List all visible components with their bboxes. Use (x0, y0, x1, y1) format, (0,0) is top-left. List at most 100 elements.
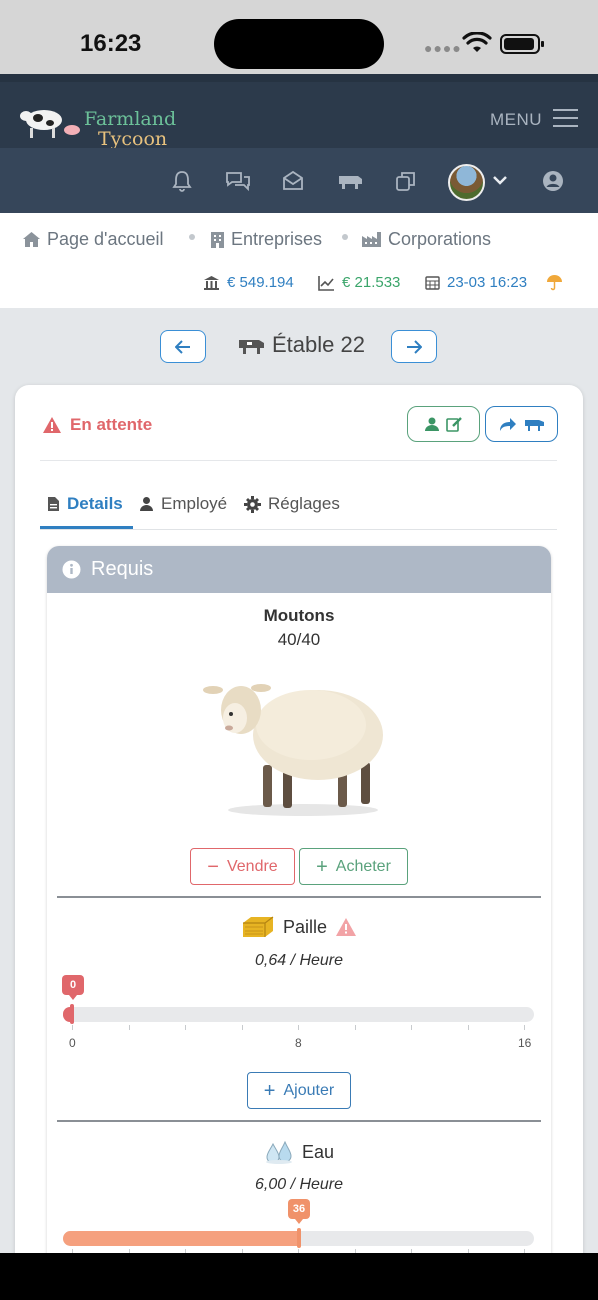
page-title-text: Étable 22 (272, 332, 365, 357)
scale-tick (185, 1025, 186, 1030)
water-value-bubble: 36 (288, 1199, 310, 1224)
scale-tick (467, 1025, 469, 1030)
assign-employee-button[interactable] (407, 406, 480, 442)
cow-icon[interactable] (336, 170, 364, 192)
water-name: Eau (301, 1141, 335, 1162)
buy-button[interactable]: + Acheter (299, 848, 408, 885)
minus-icon: − (207, 855, 219, 878)
scale-tick (298, 1025, 299, 1030)
bank-balance: € 549.194 (203, 274, 294, 291)
breadcrumb-separator (342, 234, 348, 240)
scale-tick (72, 1025, 73, 1030)
signal-icon: ●●●● (424, 40, 462, 56)
breadcrumb-enterprises[interactable]: Entreprises (210, 229, 322, 250)
divider (57, 1120, 541, 1122)
bank-icon (204, 275, 219, 290)
next-button[interactable] (391, 330, 437, 363)
plus-icon: + (316, 855, 328, 878)
income-value: € 21.533 (342, 274, 401, 291)
bank-value: € 549.194 (227, 274, 294, 291)
menu-label[interactable]: MENU (490, 110, 542, 130)
chevron-down-icon[interactable] (492, 175, 508, 187)
arrow-right-icon (407, 339, 422, 354)
water-drops-icon (265, 1140, 292, 1164)
transfer-animals-button[interactable] (485, 406, 558, 442)
hay-bale-icon (242, 916, 274, 937)
hamburger-icon[interactable] (553, 109, 578, 128)
top-navbar: Farmland Tycoon MENU (0, 74, 598, 150)
scale-label-mid: 8 (295, 1036, 302, 1050)
tab-employee[interactable]: Employé (139, 494, 227, 514)
tab-details[interactable]: Details (47, 494, 123, 514)
scale-tick (524, 1025, 525, 1030)
info-icon (62, 560, 81, 579)
scale-tick (241, 1025, 243, 1030)
buy-label: Acheter (335, 857, 391, 875)
water-rate: 6,00 / Heure (254, 1176, 344, 1193)
previous-button[interactable] (160, 330, 206, 363)
battery-icon (500, 34, 544, 54)
tab-label: Réglages (268, 494, 340, 513)
breadcrumb-separator (189, 234, 195, 240)
straw-name: Paille (282, 916, 328, 937)
bottom-bar (0, 1253, 598, 1300)
status-text: En attente (70, 415, 153, 434)
status-bar: 16:23 ●●●● (0, 0, 598, 74)
user-icon (425, 417, 439, 431)
envelope-icon[interactable] (282, 170, 304, 192)
panel-title: Requis (62, 558, 153, 581)
tab-settings[interactable]: Réglages (244, 494, 340, 514)
copy-icon[interactable] (395, 170, 417, 192)
file-icon (48, 497, 59, 511)
arrow-left-icon (175, 339, 190, 354)
calendar-icon (425, 276, 440, 290)
warning-icon (43, 417, 61, 433)
logo[interactable]: Farmland Tycoon (20, 94, 180, 150)
dynamic-island (214, 19, 384, 69)
industry-icon (362, 232, 381, 247)
avatar[interactable] (448, 164, 485, 201)
user-circle-icon[interactable] (542, 170, 564, 192)
wifi-icon (462, 32, 492, 52)
user-icon (140, 497, 153, 511)
logo-text-line2: Tycoon (98, 128, 168, 150)
straw-rate: 0,64 / Heure (254, 952, 344, 969)
straw-header: Paille (47, 915, 551, 939)
scale-tick (128, 1025, 130, 1030)
scale-label-min: 0 (69, 1036, 76, 1050)
animal-count: 40/40 (277, 630, 321, 649)
straw-level-bar[interactable] (63, 1007, 534, 1022)
divider (57, 896, 541, 898)
scale-tick (411, 1025, 412, 1030)
page-title: Étable 22 (236, 332, 365, 358)
chat-icon[interactable] (225, 170, 251, 192)
breadcrumb-corporations[interactable]: Corporations (361, 229, 491, 250)
divider (40, 460, 557, 461)
gear-icon (244, 495, 261, 513)
game-datetime: 23-03 16:23 (425, 274, 527, 291)
water-header: Eau (47, 1140, 551, 1164)
divider (40, 529, 557, 530)
cow-icon (524, 420, 544, 431)
straw-slider-handle[interactable] (70, 1004, 74, 1024)
share-icon (499, 417, 516, 431)
sell-button[interactable]: − Vendre (190, 848, 295, 885)
sell-label: Vendre (226, 857, 278, 875)
breadcrumb: Page d'accueil Entreprises Corporations … (0, 213, 598, 308)
tab-label: Employé (161, 494, 228, 513)
panel-title-text: Requis (91, 558, 154, 580)
cow-logo-icon (20, 110, 80, 138)
icon-bar (0, 148, 598, 213)
water-slider-handle[interactable] (297, 1228, 301, 1248)
scale-label-max: 16 (518, 1036, 532, 1050)
breadcrumb-label: Entreprises (231, 229, 323, 249)
cow-icon (239, 340, 264, 354)
bell-icon[interactable] (171, 170, 193, 192)
add-straw-button[interactable]: + Ajouter (247, 1072, 351, 1109)
breadcrumb-home[interactable]: Page d'accueil (22, 229, 164, 250)
datetime-value: 23-03 16:23 (447, 274, 528, 291)
add-label: Ajouter (283, 1081, 335, 1099)
warning-icon (336, 918, 357, 936)
clock: 16:23 (80, 30, 142, 57)
sheep-image (203, 684, 383, 816)
